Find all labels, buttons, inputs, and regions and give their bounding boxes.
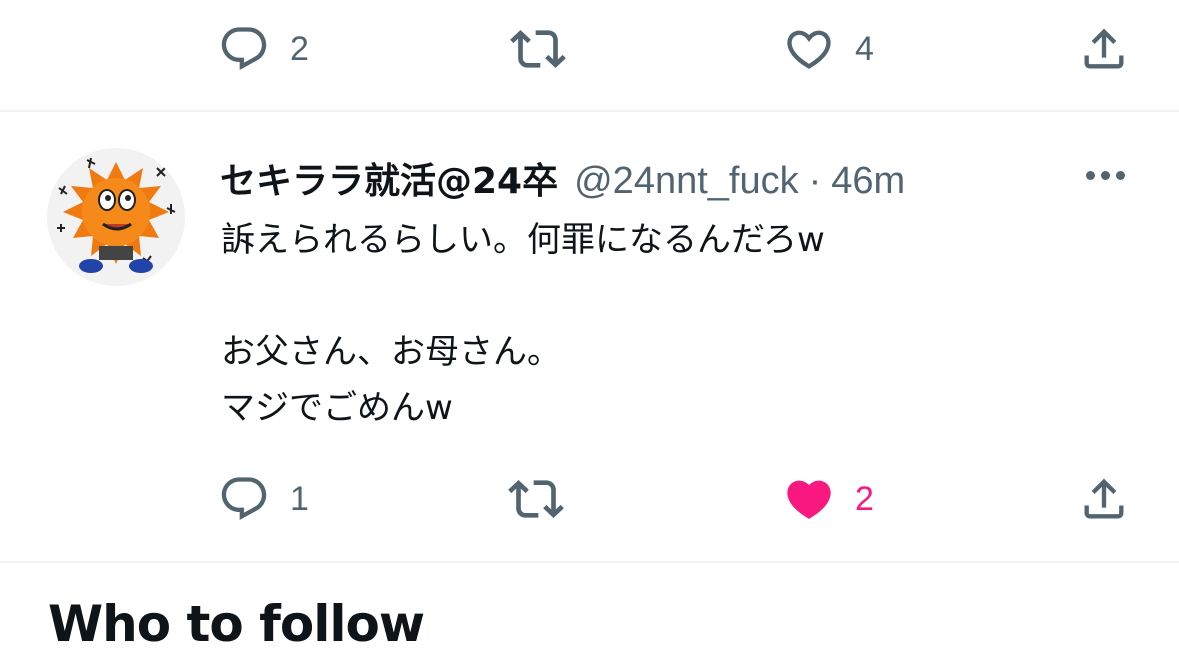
separator-dot: · [808,160,822,202]
share-icon [1084,28,1124,69]
retweet-button[interactable] [508,459,564,539]
retweet-button[interactable] [510,9,566,89]
more-icon [1085,170,1095,180]
tweet-actions: 1 2 [0,459,1179,539]
like-button[interactable]: 2 [783,459,874,539]
tweet-text-line: 訴えられるらしい。何罪になるんだろw [221,220,825,260]
like-icon [787,480,831,519]
reply-button[interactable]: 1 [218,459,309,539]
reply-count: 1 [290,479,309,518]
tweet-header: セキララ就活@24卒 @24nnt_fuck · 46m [220,152,905,203]
like-button[interactable]: 4 [783,9,874,89]
tweet-divider [0,110,1179,112]
tweet-text: 訴えられるらしい。何罪になるんだろw お父さん、お母さん。 マジでごめんw [221,212,825,436]
tweet-text-line [221,268,825,324]
who-to-follow-heading: Who to follow [48,595,425,653]
tweet-text-line: お父さん、お母さん。 [221,332,561,372]
retweet-icon [510,30,566,68]
user-handle[interactable]: @24nnt_fuck [574,160,799,203]
tweet-timestamp[interactable]: 46m [831,160,905,203]
like-icon [787,30,831,69]
share-icon [1084,478,1124,519]
avatar[interactable] [47,148,185,286]
like-count: 4 [855,29,874,68]
tweet-text-line: マジでごめんw [221,388,453,428]
reply-icon [221,477,267,521]
more-options-button[interactable] [1080,160,1130,190]
share-button[interactable] [1078,459,1130,539]
reply-button[interactable]: 2 [218,9,309,89]
reply-icon [221,27,267,71]
display-name[interactable]: セキララ就活@24卒 [220,152,558,204]
avatar-image [47,148,185,286]
share-button[interactable] [1078,9,1130,89]
like-count: 2 [855,479,874,518]
section-divider [0,561,1179,563]
reply-count: 2 [290,29,309,68]
retweet-icon [508,480,564,518]
previous-tweet-actions: 2 4 [0,9,1179,89]
